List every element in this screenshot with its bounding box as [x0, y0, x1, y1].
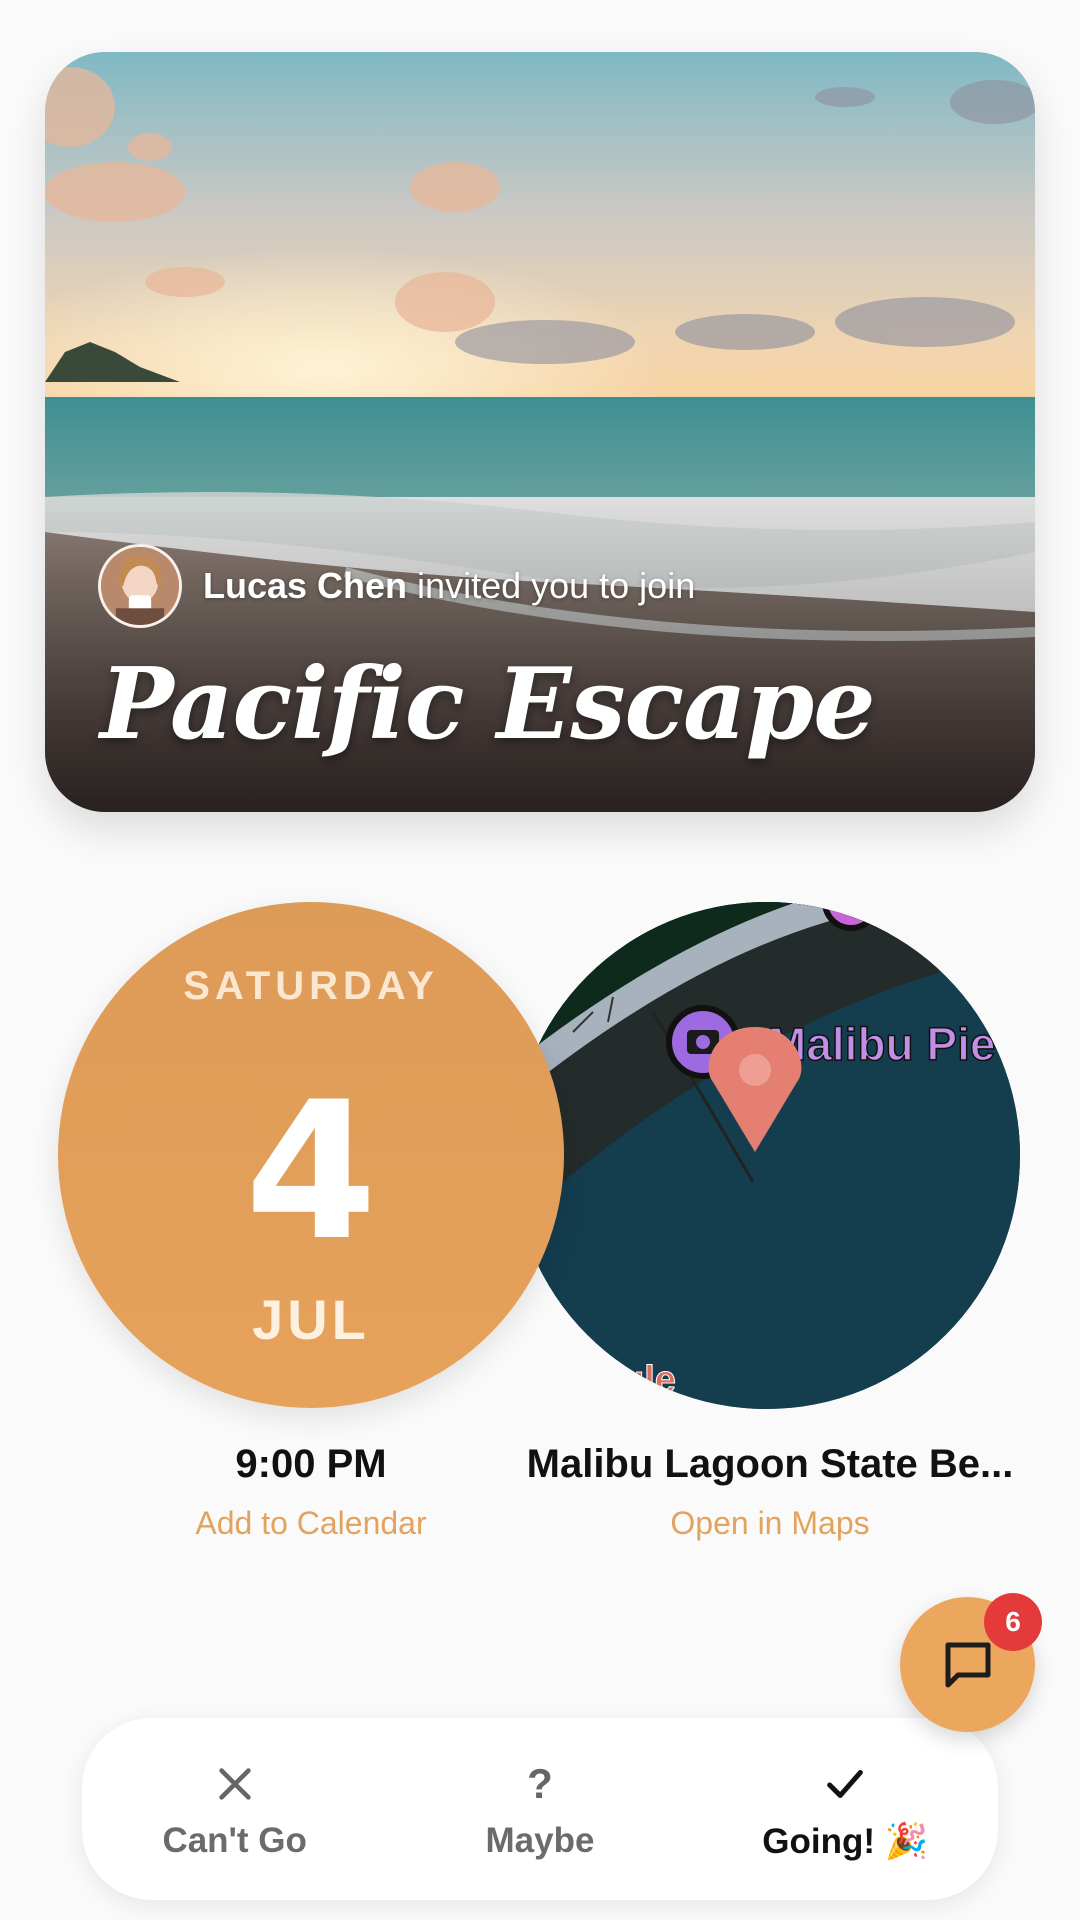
host-name[interactable]: Lucas Chen — [203, 565, 407, 606]
going-label: Going! 🎉 — [762, 1821, 929, 1861]
cant-go-button[interactable]: Can't Go — [115, 1734, 355, 1884]
event-time: 9:00 PM — [235, 1442, 387, 1486]
host-avatar[interactable] — [98, 544, 182, 628]
month-label: JUL — [252, 1288, 370, 1351]
check-icon — [827, 1769, 864, 1798]
add-to-calendar-link[interactable]: Add to Calendar — [58, 1505, 564, 1542]
location-map[interactable]: Malibu Pie gle — [513, 902, 1020, 1409]
location-name: Malibu Lagoon State Be... — [526, 1442, 1014, 1486]
avatar-photo — [101, 547, 179, 625]
open-in-maps-link[interactable]: Open in Maps — [520, 1505, 1020, 1542]
rsvp-bar: Can't Go ? Maybe Going! 🎉 — [82, 1718, 998, 1900]
unread-count-badge: 6 — [984, 1593, 1042, 1651]
day-of-week: SATURDAY — [183, 964, 439, 1008]
event-date-badge[interactable]: SATURDAY 4 JUL — [58, 902, 564, 1408]
event-hero-card: Lucas Chen invited you to join Pacific E… — [45, 52, 1035, 812]
map-place-label: Malibu Pie — [768, 1018, 995, 1070]
host-invite-row: Lucas Chen invited you to join — [98, 544, 695, 628]
question-icon: ? — [527, 1760, 553, 1807]
event-title: Pacific Escape — [100, 647, 876, 762]
invite-suffix: invited you to join — [407, 565, 696, 606]
cant-go-label: Can't Go — [162, 1821, 307, 1860]
map-view: Malibu Pie gle — [513, 902, 1020, 1409]
going-button[interactable]: Going! 🎉 — [725, 1734, 965, 1884]
close-icon — [218, 1768, 251, 1800]
maybe-label: Maybe — [485, 1821, 595, 1860]
day-number: 4 — [244, 1061, 378, 1282]
map-attribution: gle — [621, 1359, 676, 1401]
invite-text: Lucas Chen invited you to join — [203, 565, 695, 607]
chat-bubble-icon — [945, 1642, 990, 1687]
maybe-button[interactable]: ? Maybe — [420, 1734, 660, 1884]
